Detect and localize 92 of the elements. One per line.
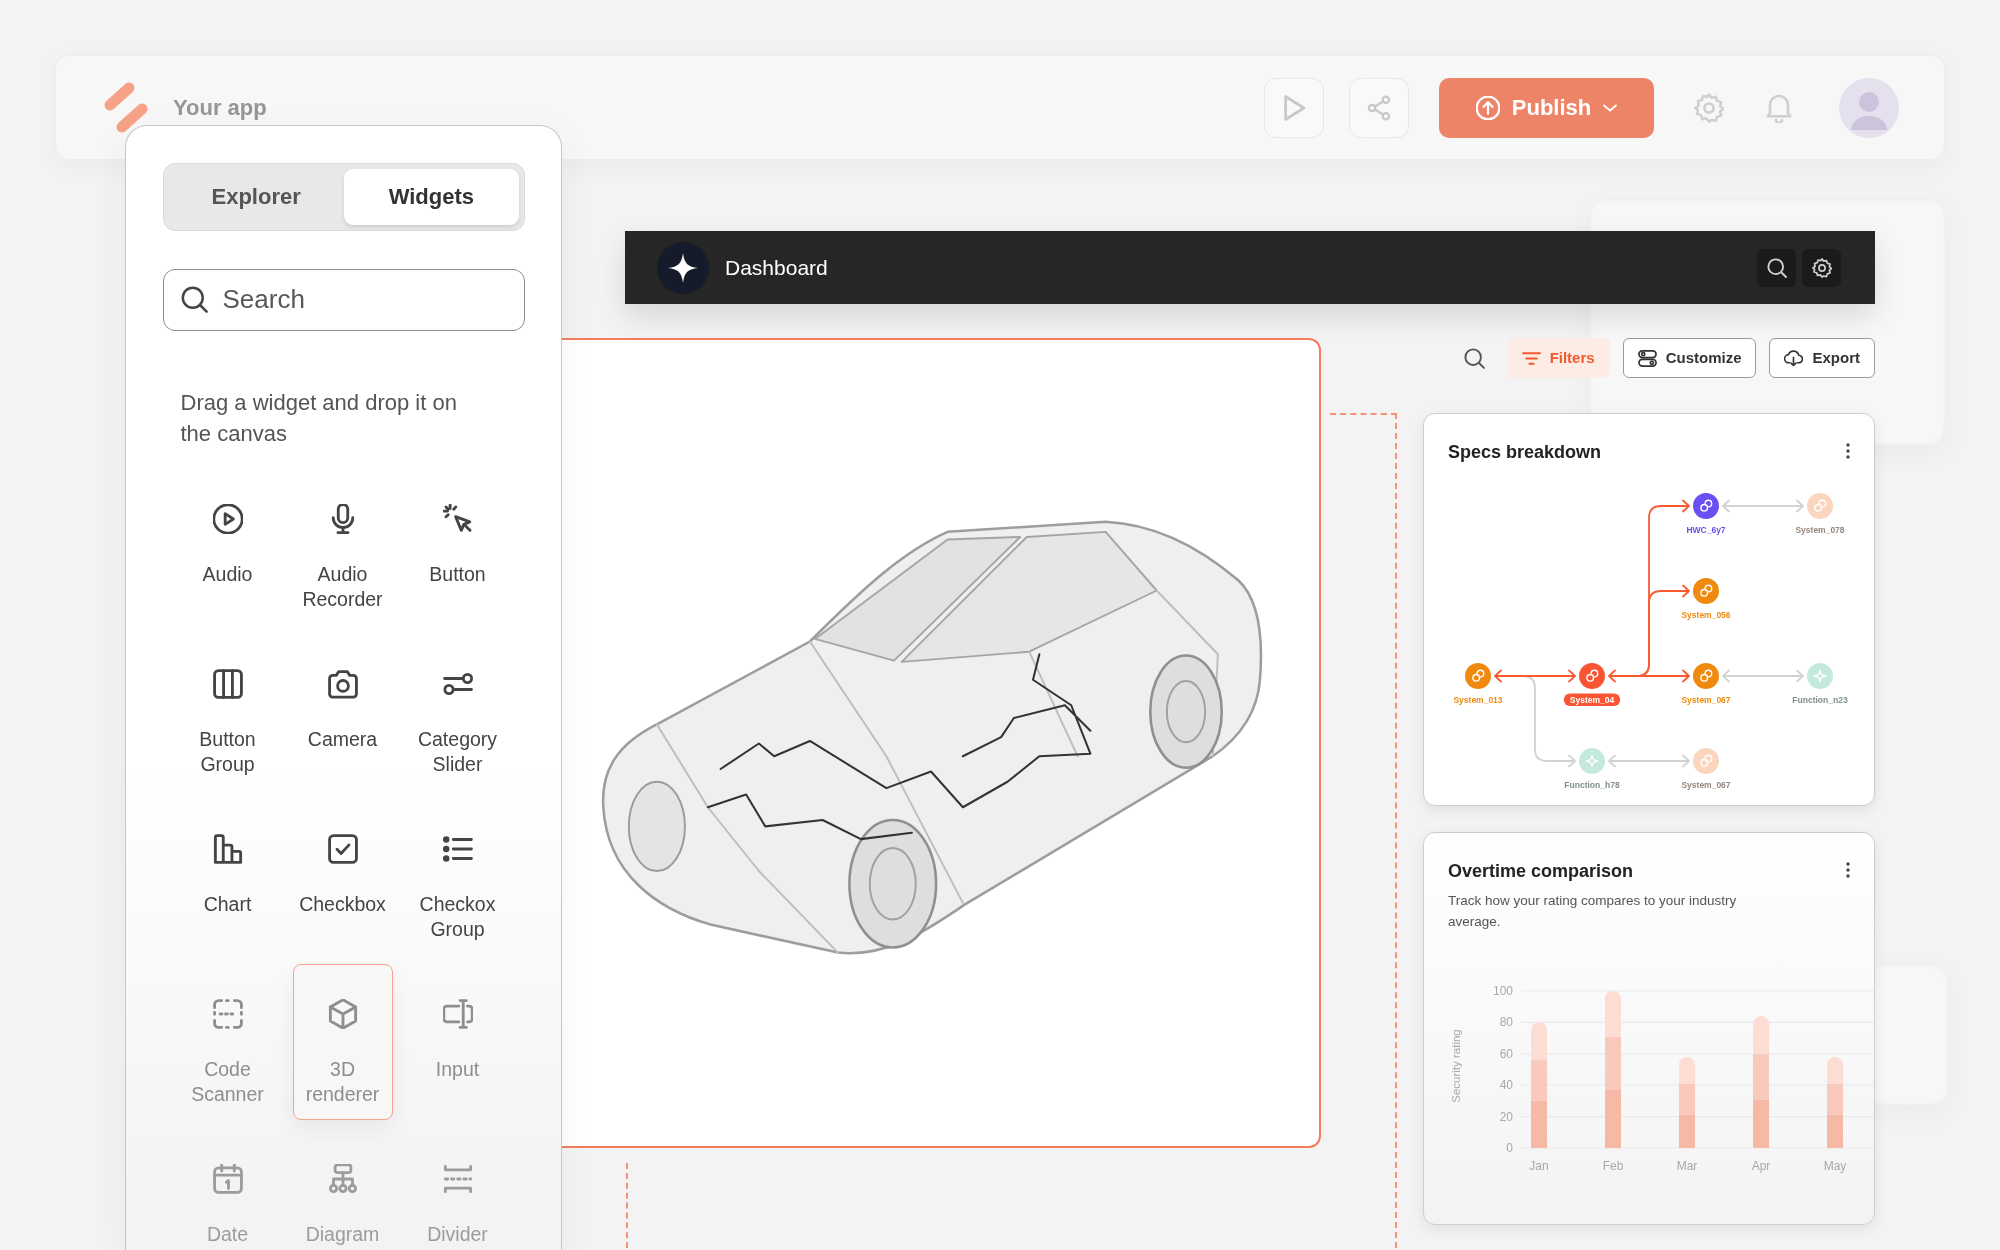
gear-icon — [1811, 257, 1832, 278]
widget-item[interactable]: Button Group — [177, 633, 278, 790]
widget-item[interactable]: Category Slider — [407, 633, 508, 790]
share-icon — [1367, 94, 1391, 121]
export-button[interactable]: Export — [1769, 338, 1875, 378]
tab[interactable]: Widgets — [343, 168, 519, 225]
x-tick-label: Apr — [1751, 1159, 1771, 1173]
hint-text: Drag a widget and drop it on the canvas — [180, 389, 458, 448]
chart-bar — [1753, 1099, 1769, 1148]
widget-item[interactable]: Checkbox — [292, 798, 393, 955]
y-axis-title: Security rating — [1450, 1029, 1462, 1103]
widget-item[interactable]: Button — [407, 468, 508, 625]
y-tick-label: 100 — [1492, 984, 1513, 998]
node-label: System_013 — [1453, 694, 1503, 705]
camera-icon — [327, 668, 358, 699]
chart-bar — [1531, 1060, 1547, 1101]
node-label: System_056 — [1681, 609, 1731, 620]
toggles-icon — [1637, 348, 1657, 368]
sparkle-icon — [1585, 754, 1599, 768]
chart-bar — [1605, 1089, 1621, 1148]
chart-bar — [1753, 1053, 1769, 1100]
card-title: Overtime comparison — [1448, 860, 1634, 883]
search-icon — [180, 286, 208, 313]
bar-chart-icon — [212, 833, 243, 864]
app-title: Your app — [173, 94, 267, 122]
x-tick-label: May — [1823, 1159, 1847, 1173]
chart-bar — [1531, 1022, 1547, 1061]
link-icon — [1472, 669, 1485, 682]
search-icon[interactable] — [1463, 347, 1485, 369]
widget-item[interactable]: Checkox Group — [407, 798, 508, 955]
dashboard-title: Dashboard — [725, 254, 828, 281]
text-input-icon — [442, 998, 473, 1029]
link-icon — [1700, 754, 1713, 767]
hierarchy-icon — [327, 1163, 358, 1194]
widget-item[interactable]: Audio Recorder — [292, 468, 393, 625]
y-tick-label: 20 — [1499, 1109, 1513, 1124]
link-icon — [1700, 669, 1713, 682]
cube-icon — [327, 998, 358, 1029]
list-icon — [442, 833, 473, 864]
node-tag: System_04 — [1563, 693, 1621, 706]
x-tick-label: Jan — [1529, 1159, 1549, 1173]
columns-icon — [212, 668, 243, 699]
chart-bar — [1827, 1056, 1843, 1084]
card-subtitle: Track how your rating compares to your industry average. — [1448, 892, 1738, 931]
divider-icon — [442, 1163, 473, 1194]
node-label: System_067 — [1681, 694, 1731, 705]
sparkle-icon — [1813, 669, 1827, 683]
node-label: HWC_6y7 — [1686, 524, 1726, 535]
widget-item[interactable]: Camera — [292, 633, 393, 790]
customize-button[interactable]: Customize — [1622, 338, 1757, 378]
node-label: Function_n23 — [1792, 694, 1848, 705]
settings-button[interactable] — [1802, 248, 1841, 287]
tab[interactable]: Explorer — [168, 168, 344, 225]
cloud-download-icon — [1784, 348, 1804, 368]
search-icon — [1766, 257, 1787, 278]
y-tick-label: 40 — [1499, 1078, 1513, 1093]
node-label: Function_h78 — [1564, 779, 1620, 790]
scan-frame-icon — [212, 998, 243, 1029]
link-icon — [1700, 584, 1713, 597]
more-icon[interactable] — [1846, 862, 1850, 878]
node-label: System_078 — [1795, 524, 1845, 535]
widget-item[interactable]: Chart — [177, 798, 278, 955]
node-label: System_067 — [1681, 779, 1731, 790]
x-tick-label: Feb — [1602, 1159, 1624, 1173]
star-logo-icon — [657, 241, 709, 294]
checkbox-icon — [327, 833, 358, 864]
link-icon — [1700, 499, 1713, 512]
chart-bar — [1679, 1115, 1695, 1148]
calendar-icon — [212, 1163, 243, 1194]
chart-bar — [1679, 1083, 1695, 1116]
widget-item[interactable]: Audio — [177, 468, 278, 625]
more-icon[interactable] — [1846, 443, 1850, 459]
chart-bar — [1753, 1016, 1769, 1054]
caret-icon — [1603, 103, 1618, 112]
card-title: Specs breakdown — [1448, 441, 1602, 464]
search-button[interactable] — [1757, 248, 1796, 287]
y-tick-label: 0 — [1506, 1141, 1513, 1155]
x-tick-label: Mar — [1676, 1159, 1698, 1173]
pointer-click-icon — [442, 503, 473, 534]
link-icon — [1814, 499, 1827, 512]
chart-bar — [1531, 1100, 1547, 1148]
search-field[interactable]: Search — [162, 268, 525, 331]
upload-icon — [1475, 95, 1500, 120]
play-icon — [1282, 94, 1306, 121]
chart-bar — [1605, 991, 1621, 1037]
chart-bar — [1827, 1115, 1843, 1148]
chart-bar — [1605, 1036, 1621, 1090]
y-tick-label: 60 — [1499, 1046, 1513, 1061]
chart-bar — [1679, 1056, 1695, 1084]
y-tick-label: 80 — [1499, 1015, 1513, 1030]
chart-bar — [1827, 1083, 1843, 1116]
link-icon — [1586, 669, 1599, 682]
